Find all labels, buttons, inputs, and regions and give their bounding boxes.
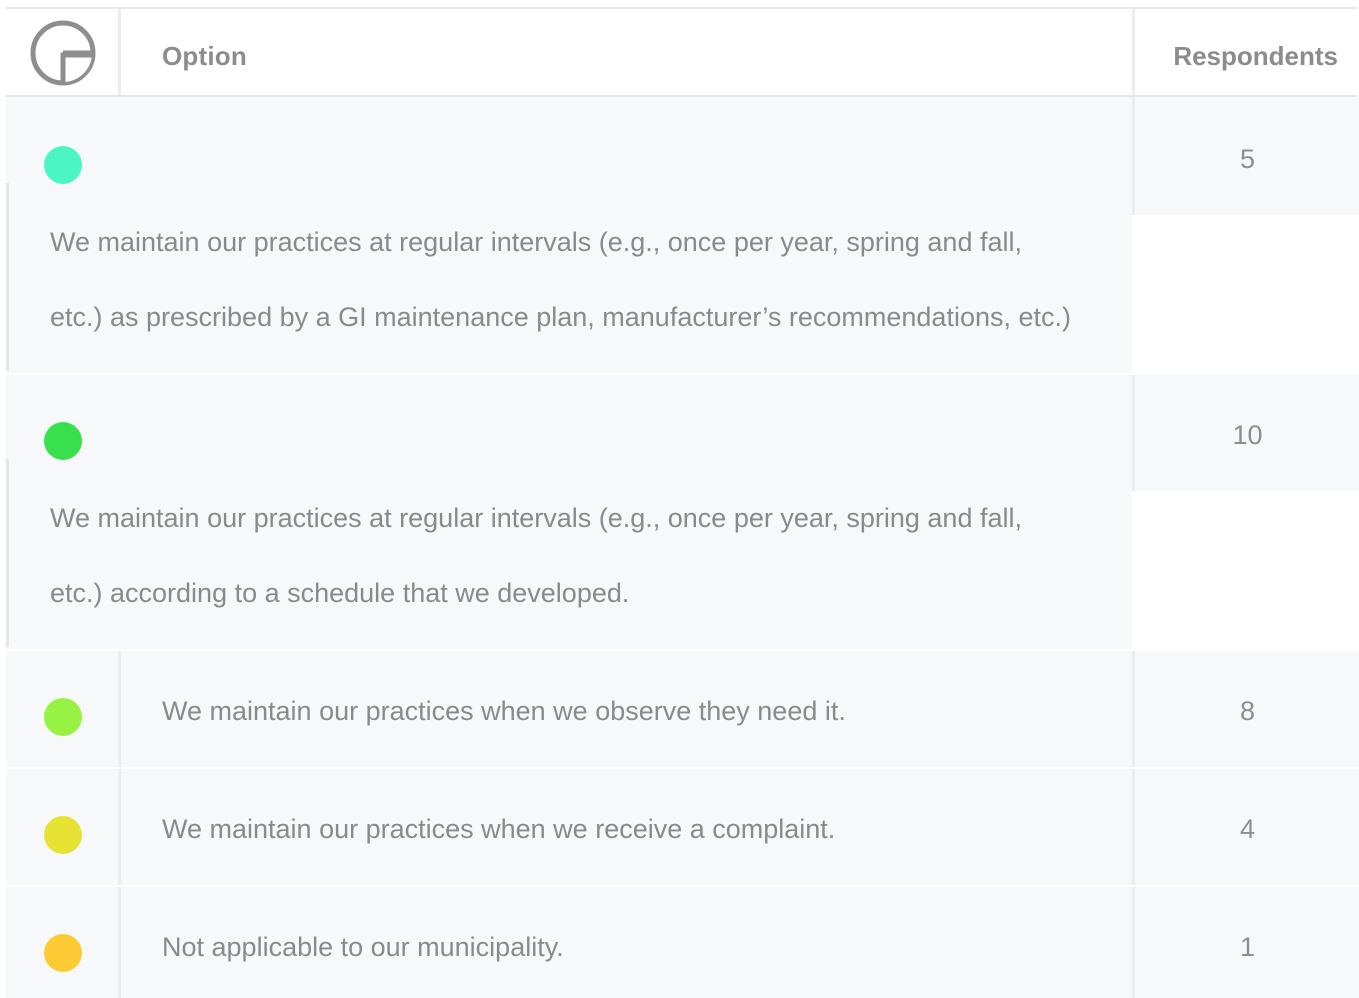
row-divider (118, 651, 121, 767)
option-text-line: We maintain our practices at regular int… (50, 227, 1022, 257)
option-column-header[interactable]: Option (162, 41, 247, 72)
legend-dot (44, 934, 82, 972)
table-row: We maintain our practices when we receiv… (6, 769, 1359, 887)
header-icon-cell (6, 9, 121, 95)
option-text: We maintain our practices when we receiv… (162, 814, 836, 844)
respondent-count: 4 (1239, 814, 1256, 844)
respondent-count: 8 (1239, 696, 1256, 726)
row-left-border (6, 459, 9, 647)
option-text-line: We maintain our practices at regular int… (50, 503, 1022, 533)
count-cell: 4 (1132, 769, 1359, 885)
respondents-column-cell: Respondents (1132, 9, 1359, 95)
row-divider (118, 887, 121, 998)
count-cell: 1 (1132, 887, 1359, 998)
pie-chart-icon (30, 20, 96, 86)
table-row: We maintain our practices at regular int… (6, 97, 1359, 375)
count-cell: 8 (1132, 651, 1359, 767)
count-cell-blank (1132, 491, 1357, 649)
table-row: We maintain our practices at regular int… (6, 375, 1359, 651)
option-text: We maintain our practices at regular int… (50, 205, 1120, 355)
respondent-count: 10 (1232, 420, 1263, 450)
row-divider (118, 769, 121, 885)
row-left-border (6, 183, 9, 371)
option-text: We maintain our practices at regular int… (50, 481, 1120, 631)
option-text-line: etc.) as prescribed by a GI maintenance … (50, 302, 1071, 332)
count-cell: 5 (1132, 97, 1359, 215)
respondent-count: 5 (1239, 144, 1256, 174)
table-row: Not applicable to our municipality. 1 (6, 887, 1359, 998)
legend-dot (44, 698, 82, 736)
count-cell: 10 (1132, 375, 1359, 491)
option-text-line: etc.) according to a schedule that we de… (50, 578, 630, 608)
option-text: We maintain our practices when we observ… (162, 696, 846, 726)
table-row: We maintain our practices when we observ… (6, 651, 1359, 769)
option-text: Not applicable to our municipality. (162, 932, 564, 962)
responses-table: Option Respondents We maintain our pract… (6, 7, 1359, 998)
legend-dot (44, 422, 82, 460)
legend-dot (44, 816, 82, 854)
legend-dot (44, 146, 82, 184)
respondent-count: 1 (1239, 932, 1256, 962)
respondents-column-header[interactable]: Respondents (1173, 41, 1338, 72)
count-cell-blank (1132, 215, 1357, 373)
table-header: Option Respondents (6, 9, 1357, 99)
